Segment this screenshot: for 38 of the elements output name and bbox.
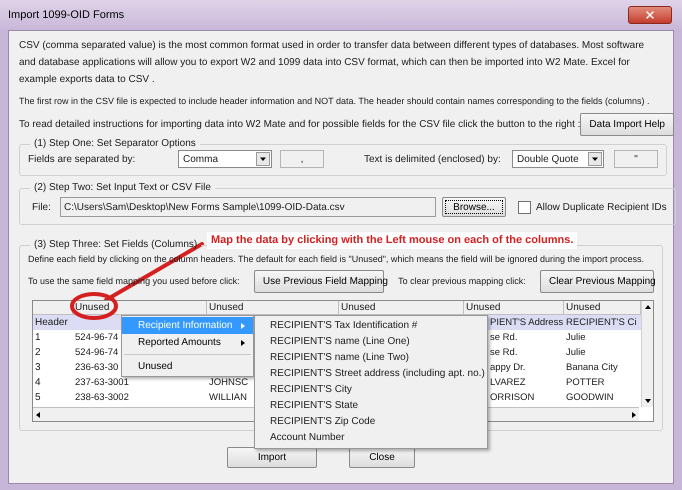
- table-cell: LVAREZ: [490, 377, 526, 388]
- table-cell: POTTER: [566, 377, 605, 388]
- table-cell: Julie: [566, 347, 586, 358]
- table-cell: WILLIAN: [209, 392, 248, 403]
- table-cell: se Rd.: [490, 347, 518, 358]
- field-label: File:: [31, 200, 52, 214]
- table-cell: Banana City: [566, 362, 618, 373]
- intro-paragraph: The first row in the CSV file is expected to include header information and NOT data. The header should contain names corresponding to the fields (columns) .: [19, 95, 651, 108]
- checkbox-label: Allow Duplicate Recipient IDs: [536, 200, 667, 214]
- row-header: Header: [34, 316, 69, 330]
- group-title: (3) Step Three: Set Fields (Columns): [33, 239, 198, 251]
- table-cell: 237-63-3001: [75, 377, 129, 388]
- table-cell: se Rd.: [490, 332, 518, 343]
- instruction-text: To clear previous mapping click:: [398, 274, 526, 288]
- table-cell: RECIPIENT'S Ci: [566, 317, 636, 328]
- table-cell: JOHNSC: [209, 377, 248, 388]
- annotation-callout: Map the data by clicking with the Left mouse on each of the columns.: [207, 232, 578, 248]
- table-cell: 524-96-74: [75, 347, 118, 358]
- table-cell: PIENT'S Address: [490, 317, 564, 328]
- row-header: 3: [34, 361, 42, 375]
- table-cell: 524-96-74: [75, 332, 118, 343]
- table-cell: 236-63-30: [75, 362, 118, 373]
- row-header: 4: [34, 376, 42, 390]
- table-cell: appy Dr.: [490, 362, 526, 373]
- intro-paragraph: CSV (comma separated value) is the most common format used in order to transfer data between different types of databases. Most software and database applications will allow you to export W2 and 1099 data into CSV format, which can then be imported into W2 Mate. Excel for example exports data to CSV .: [19, 39, 646, 87]
- table-cell: Julie: [566, 332, 586, 343]
- table-cell: GOODWIN: [566, 392, 614, 403]
- row-header: 2: [34, 346, 42, 360]
- table-cell: 238-63-3002: [75, 392, 129, 403]
- row-header: 1: [34, 331, 42, 345]
- row-header: 5: [34, 391, 42, 405]
- field-label: Fields are separated by:: [28, 152, 136, 166]
- field-label: Text is delimited (enclosed) by:: [364, 152, 502, 166]
- group-title: (1) Step One: Set Separator Options: [33, 138, 197, 150]
- window-title: Import 1099-OID Forms: [8, 8, 124, 23]
- group-title: (2) Step Two: Set Input Text or CSV File: [33, 182, 212, 194]
- help-instruction: To read detailed instructions for importing data into W2 Mate and for possible fields for the CSV file click the button to the right :: [19, 118, 580, 132]
- table-cell: ORRISON: [490, 392, 534, 403]
